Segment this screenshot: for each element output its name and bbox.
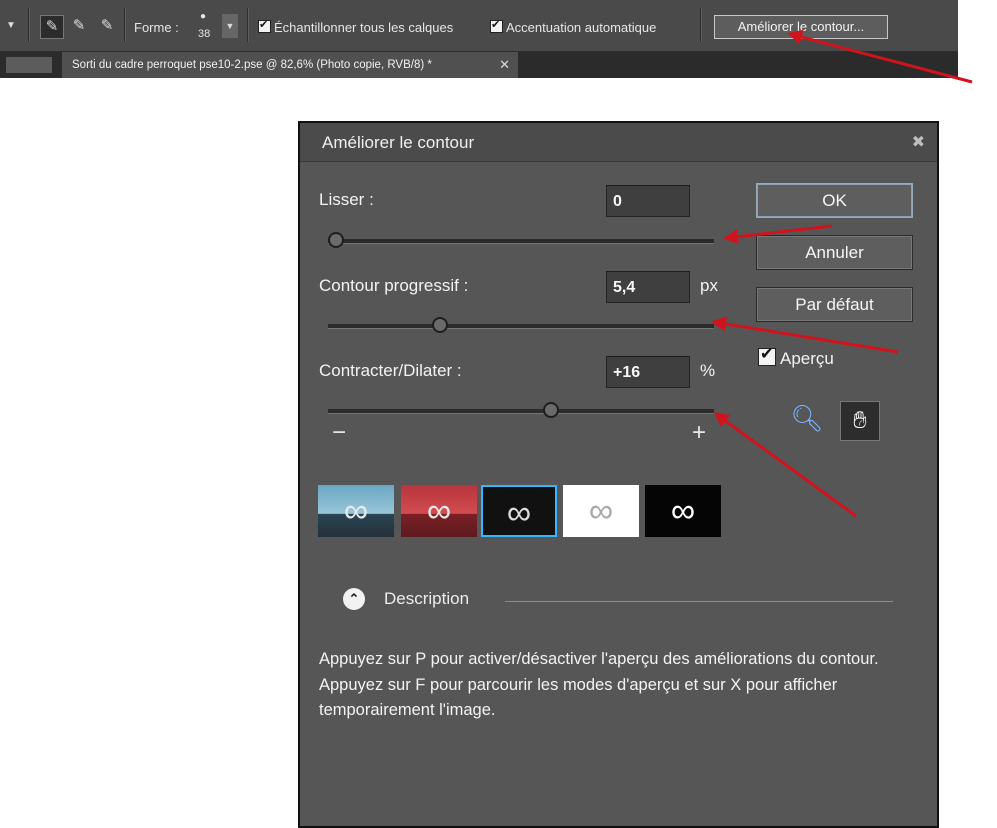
description-text: Appuyez sur P pour activer/désactiver l'… (319, 650, 879, 719)
smooth-slider-track[interactable] (328, 232, 714, 248)
preview-mode-black-background-thumbnail[interactable]: ∞ (481, 485, 557, 537)
panel-bin-toggle[interactable] (6, 57, 52, 73)
zoom-tool-magnifier-icon[interactable]: 🔍︎ (790, 401, 824, 435)
document-tab-title: Sorti du cadre perroquet pse10-2.pse @ 8… (72, 59, 432, 71)
document-tab[interactable]: Sorti du cadre perroquet pse10-2.pse @ 8… (62, 52, 518, 78)
description-divider (505, 601, 893, 602)
hand-tool-icon[interactable]: ✋︎ (840, 401, 880, 441)
refine-edge-button[interactable]: Améliorer le contour... (714, 15, 888, 39)
checkbox-checked-icon (758, 344, 776, 366)
feather-slider-thumb[interactable] (432, 317, 448, 333)
contract-expand-label: Contracter/Dilater : (319, 361, 462, 380)
sample-all-layers-label: Échantillonner tous les calques (274, 20, 454, 35)
contract-expand-input[interactable]: +16 (606, 356, 690, 388)
description-title: Description (384, 589, 470, 608)
smooth-input[interactable]: 0 (606, 185, 690, 217)
checkbox-checked-icon (490, 17, 503, 33)
toolbar-separator (247, 8, 249, 42)
preview-mode-standard-thumbnail[interactable]: ∞ (318, 485, 394, 537)
toolbar-separator (28, 8, 30, 42)
contract-expand-unit: % (700, 361, 716, 380)
feather-unit: px (700, 276, 718, 295)
preview-mode-white-background-thumbnail[interactable]: ∞ (563, 485, 639, 537)
dialog-title: Améliorer le contour (322, 133, 475, 152)
contract-expand-slider-thumb[interactable] (543, 402, 559, 418)
refine-edge-dialog: Améliorer le contour ✖ Lisser : 0 Contou… (298, 121, 939, 828)
brush-picker-chevron-down-icon[interactable]: ▼ (222, 14, 238, 38)
slider-max-symbol: + (692, 419, 707, 446)
default-button[interactable]: Par défaut (756, 287, 913, 322)
checkbox-checked-icon (258, 17, 271, 33)
preview-mode-overlay-thumbnail[interactable]: ∞ (401, 485, 477, 537)
auto-enhance-checkbox[interactable]: Accentuation automatique (490, 17, 657, 36)
cancel-button[interactable]: Annuler (756, 235, 913, 270)
smooth-label: Lisser : (319, 190, 374, 209)
close-icon[interactable]: ✕ (499, 52, 510, 78)
sample-all-layers-checkbox[interactable]: Échantillonner tous les calques (258, 17, 454, 36)
auto-enhance-label: Accentuation automatique (506, 20, 657, 35)
description-collapse-icon[interactable]: ⌃ (343, 588, 365, 610)
tool-preset-dropdown-icon[interactable]: ▼ (4, 15, 18, 37)
quick-selection-tool-icon[interactable]: ✎ (40, 15, 64, 39)
brush-dot-icon[interactable]: ● (200, 12, 206, 22)
ok-button[interactable]: OK (756, 183, 913, 218)
slider-min-symbol: − (332, 419, 347, 446)
preview-mode-mask-thumbnail[interactable]: ∞ (645, 485, 721, 537)
preview-label: Aperçu (780, 349, 834, 368)
close-icon[interactable]: ✖ (912, 132, 925, 152)
dialog-title-bar[interactable]: Améliorer le contour ✖ (300, 123, 937, 162)
add-to-selection-icon[interactable]: ✎ (68, 15, 90, 37)
contract-expand-slider-track[interactable] (328, 402, 714, 418)
feather-slider-track[interactable] (328, 317, 714, 333)
toolbar-separator (124, 8, 126, 42)
toolbar-separator (700, 8, 702, 42)
options-toolbar: ▼ ✎ ✎ ✎ Forme : ● 38 ▼ Échantillonner to… (0, 0, 958, 52)
subtract-from-selection-icon[interactable]: ✎ (96, 15, 118, 37)
brush-shape-label: Forme : (134, 20, 179, 35)
brush-size-value: 38 (198, 28, 211, 40)
feather-label: Contour progressif : (319, 276, 469, 295)
preview-checkbox[interactable]: Aperçu (758, 344, 834, 369)
smooth-slider-thumb[interactable] (328, 232, 344, 248)
feather-input[interactable]: 5,4 (606, 271, 690, 303)
